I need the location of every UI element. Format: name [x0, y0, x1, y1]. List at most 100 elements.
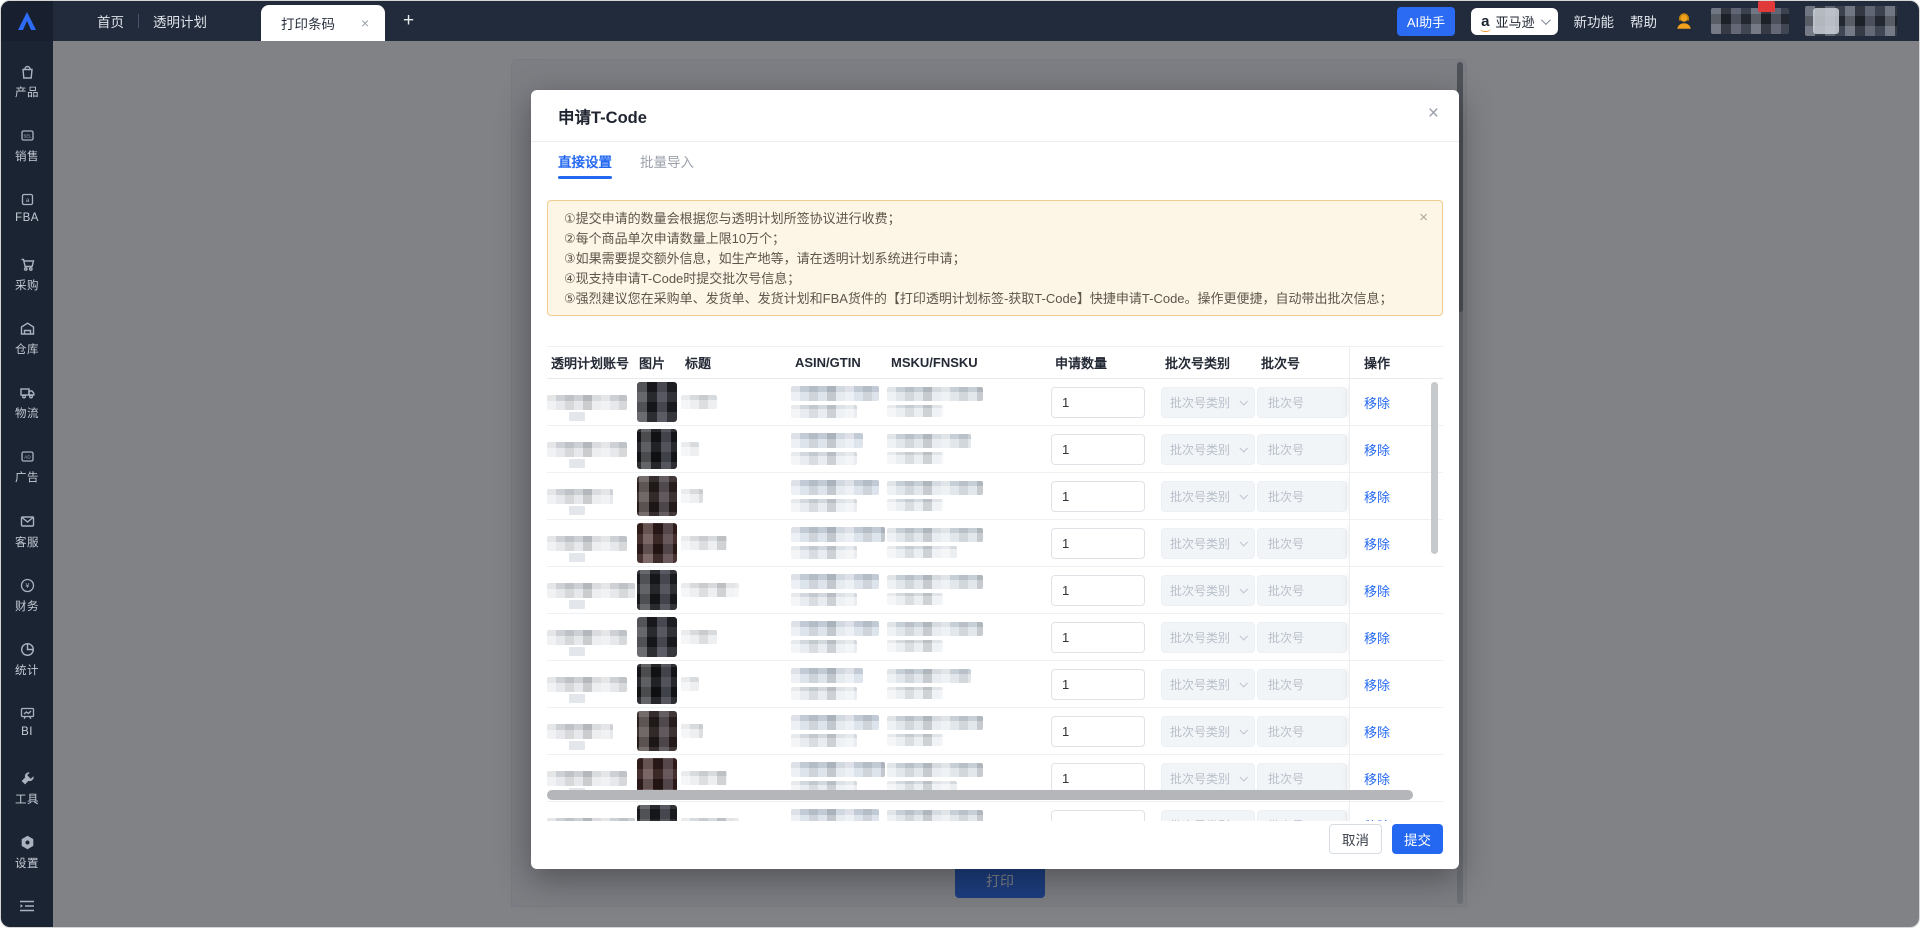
batch-type-select[interactable]: 批次号类别: [1161, 762, 1255, 794]
notice-close-icon[interactable]: ×: [1419, 209, 1428, 226]
chevron-down-icon: [1239, 444, 1248, 453]
blurred-msku: [887, 716, 983, 730]
app-logo[interactable]: [1, 1, 53, 41]
blurred-product-image: [637, 382, 677, 422]
blurred-product-image: [637, 805, 677, 821]
batch-type-select[interactable]: 批次号类别: [1161, 574, 1255, 606]
remove-link[interactable]: 移除: [1364, 816, 1390, 822]
batch-no-input[interactable]: 批次号: [1257, 386, 1347, 418]
submit-button[interactable]: 提交: [1392, 824, 1443, 854]
batch-no-input[interactable]: 批次号: [1257, 480, 1347, 512]
batch-no-input[interactable]: 批次号: [1257, 668, 1347, 700]
blurred-product-title: [681, 583, 739, 597]
tab-batch-import[interactable]: 批量导入: [640, 142, 694, 179]
blurred-product-title: [681, 677, 699, 691]
bag-icon: [21, 65, 33, 79]
help-link[interactable]: 帮助: [1630, 11, 1657, 31]
blurred-account-name: [547, 676, 627, 703]
sidebar-item-sales[interactable]: SEL 销售: [1, 127, 53, 191]
support-headset-icon[interactable]: [1673, 10, 1695, 32]
batch-type-select[interactable]: 批次号类别: [1161, 527, 1255, 559]
sidebar-item-tools[interactable]: 工具: [1, 770, 53, 834]
sidebar-item-stats[interactable]: 统计: [1, 641, 53, 705]
blurred-asin: [791, 386, 879, 401]
batch-no-input[interactable]: 批次号: [1257, 527, 1347, 559]
yuan-icon: ¥: [20, 578, 34, 593]
quantity-input[interactable]: [1051, 480, 1145, 512]
quantity-input[interactable]: [1051, 715, 1145, 747]
marketplace-label: 亚马逊: [1495, 14, 1535, 30]
new-tab-button[interactable]: +: [403, 10, 414, 32]
nav-tab-home[interactable]: 首页: [83, 1, 138, 41]
remove-link[interactable]: 移除: [1364, 769, 1390, 788]
sidebar-item-products[interactable]: 产品: [1, 63, 53, 127]
modal-tabs: 直接设置 批量导入: [531, 142, 1459, 179]
remove-link[interactable]: 移除: [1364, 581, 1390, 600]
batch-no-input[interactable]: 批次号: [1257, 715, 1347, 747]
table-vertical-scrollbar[interactable]: [1431, 382, 1438, 554]
tab-direct-setup[interactable]: 直接设置: [558, 142, 612, 179]
chevron-down-icon: [1239, 538, 1248, 547]
remove-link[interactable]: 移除: [1364, 393, 1390, 412]
table-row: 批次号类别 批次号 移除: [547, 567, 1443, 614]
cancel-button[interactable]: 取消: [1329, 824, 1382, 854]
col-header-asin: ASIN/GTIN: [795, 355, 861, 370]
sidebar-item-purchase[interactable]: 采购: [1, 256, 53, 320]
quantity-input[interactable]: [1051, 527, 1145, 559]
tab-print-barcode[interactable]: 打印条码 ×: [261, 5, 385, 41]
sidebar-item-logistics[interactable]: 物流: [1, 384, 53, 448]
remove-link[interactable]: 移除: [1364, 440, 1390, 459]
quantity-input[interactable]: [1051, 621, 1145, 653]
remove-link[interactable]: 移除: [1364, 628, 1390, 647]
batch-no-input[interactable]: 批次号: [1257, 433, 1347, 465]
blurred-product-title: [681, 395, 717, 409]
quantity-input[interactable]: [1051, 668, 1145, 700]
ai-assistant-button[interactable]: AI助手: [1396, 6, 1456, 36]
blurred-msku: [887, 810, 983, 821]
table-row: 批次号类别 批次号 移除: [547, 379, 1443, 426]
marketplace-selector[interactable]: a 亚马逊: [1471, 7, 1558, 35]
tab-close-icon[interactable]: ×: [361, 15, 369, 31]
batch-type-select[interactable]: 批次号类别: [1161, 480, 1255, 512]
sidebar-item-service[interactable]: 客服: [1, 513, 53, 577]
sidebar-item-bi[interactable]: BI: [1, 705, 53, 769]
notice-line: ①提交申请的数量会根据您与透明计划所签协议进行收费；: [564, 211, 901, 226]
app-window: 首页 透明计划 打印条码 × + AI助手 a 亚马逊 新功能 帮助 产品 SE…: [0, 0, 1920, 928]
remove-link[interactable]: 移除: [1364, 487, 1390, 506]
batch-type-select[interactable]: 批次号类别: [1161, 809, 1255, 821]
blurred-user-profile: [1805, 6, 1897, 36]
quantity-input[interactable]: [1051, 386, 1145, 418]
batch-no-input[interactable]: 批次号: [1257, 621, 1347, 653]
quantity-input[interactable]: [1051, 809, 1145, 821]
batch-type-select[interactable]: 批次号类别: [1161, 715, 1255, 747]
sidebar-item-settings[interactable]: 设置: [1, 834, 53, 898]
remove-link[interactable]: 移除: [1364, 722, 1390, 741]
quantity-input[interactable]: [1051, 433, 1145, 465]
batch-no-input[interactable]: 批次号: [1257, 574, 1347, 606]
batch-type-select[interactable]: 批次号类别: [1161, 668, 1255, 700]
remove-link[interactable]: 移除: [1364, 675, 1390, 694]
sidebar-item-ads[interactable]: AD 广告: [1, 448, 53, 512]
sidebar-item-warehouse[interactable]: 仓库: [1, 320, 53, 384]
batch-no-input[interactable]: 批次号: [1257, 762, 1347, 794]
sidebar-item-finance[interactable]: ¥ 财务: [1, 577, 53, 641]
sidebar-item-fba[interactable]: a FBA: [1, 191, 53, 255]
blurred-product-image: [637, 523, 677, 563]
remove-link[interactable]: 移除: [1364, 534, 1390, 553]
nav-tab-transparency[interactable]: 透明计划: [139, 1, 221, 41]
quantity-input[interactable]: [1051, 574, 1145, 606]
quantity-input[interactable]: [1051, 762, 1145, 794]
notice-line: ④现支持申请T-Code时提交批次号信息；: [564, 271, 801, 286]
sidebar-collapse-button[interactable]: [18, 898, 36, 919]
batch-type-select[interactable]: 批次号类别: [1161, 433, 1255, 465]
new-features-link[interactable]: 新功能: [1574, 11, 1615, 31]
batch-type-select[interactable]: 批次号类别: [1161, 621, 1255, 653]
chevron-down-icon: [1239, 491, 1248, 500]
pie-icon: [20, 643, 34, 657]
modal-close-icon[interactable]: ×: [1428, 104, 1439, 123]
batch-type-select[interactable]: 批次号类别: [1161, 386, 1255, 418]
batch-no-input[interactable]: 批次号: [1257, 809, 1347, 821]
blurred-product-title: [681, 630, 717, 644]
blurred-msku: [887, 669, 971, 683]
table-horizontal-scrollbar[interactable]: [547, 790, 1413, 800]
